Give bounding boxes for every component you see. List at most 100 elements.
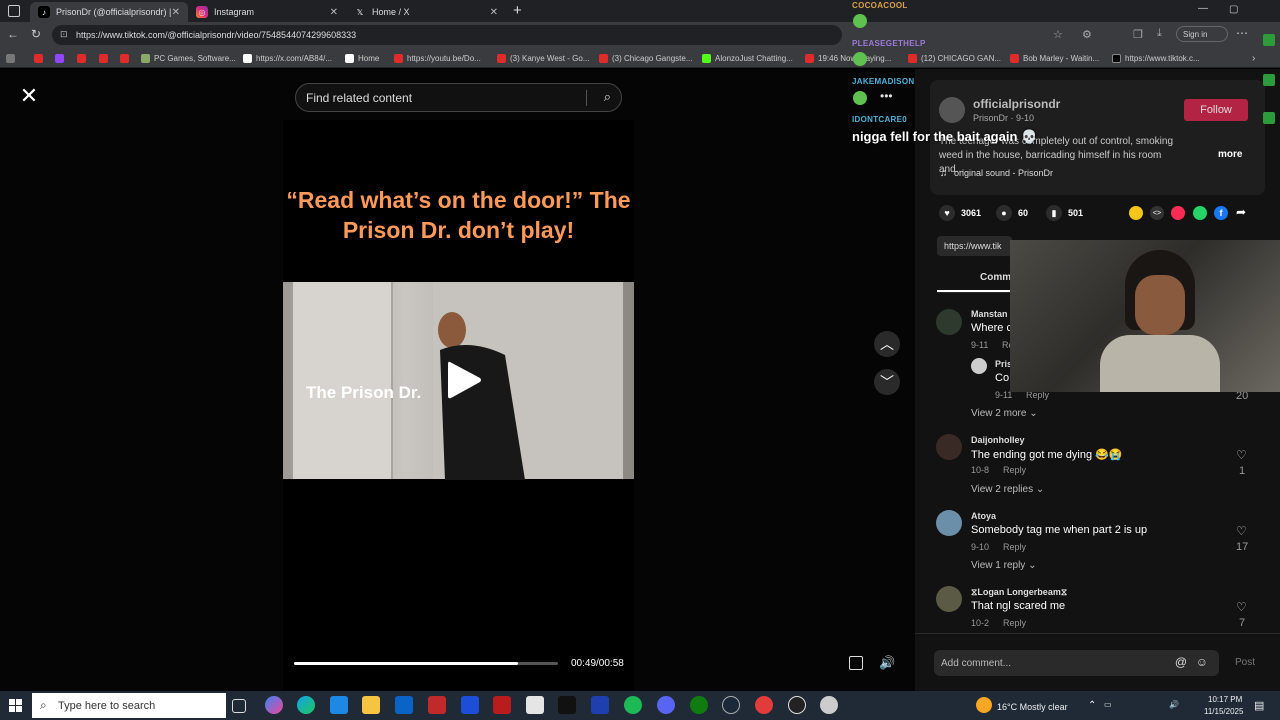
next-video-button[interactable]: ﹀	[874, 369, 900, 395]
file-explorer-icon[interactable]	[362, 696, 380, 714]
chevron-up-icon[interactable]: ⌃	[1088, 700, 1096, 711]
heart-outline-icon[interactable]: ♡	[1236, 524, 1247, 538]
url-field[interactable]: ⊡ https://www.tiktok.com/@officialprison…	[52, 25, 842, 45]
game-icon[interactable]	[461, 696, 479, 714]
comment-button[interactable]: ● 60	[996, 205, 1028, 221]
clock-time[interactable]: 10:17 PM	[1208, 695, 1242, 704]
close-tab-icon[interactable]: ✕	[330, 7, 338, 18]
close-tab-icon[interactable]: ✕	[490, 7, 498, 18]
mention-icon[interactable]: @	[1175, 655, 1187, 669]
save-button[interactable]: ▮ 501	[1046, 205, 1083, 221]
chat-username: COCOACOOL	[852, 1, 908, 10]
avatar[interactable]	[936, 309, 962, 335]
xbox-icon[interactable]	[690, 696, 708, 714]
close-tab-icon[interactable]: ✕	[172, 7, 180, 18]
youtube-icon[interactable]	[99, 52, 112, 64]
taskbar-search[interactable]: ⌕ Type here to search	[32, 693, 226, 718]
more-options-icon[interactable]: •••	[880, 89, 893, 103]
steam-icon[interactable]	[722, 696, 740, 714]
new-tab-button[interactable]: +	[513, 2, 522, 19]
search-icon[interactable]: ⌕	[604, 89, 611, 105]
avatar[interactable]	[936, 586, 962, 612]
start-icon[interactable]	[9, 699, 22, 712]
sound-name[interactable]: original sound - PrisonDr	[954, 168, 1053, 178]
bookmark-item[interactable]: Home	[345, 52, 379, 64]
bookmarks-icon[interactable]	[6, 52, 19, 64]
weather-text[interactable]: 16°C Mostly clear	[997, 702, 1068, 712]
previous-video-button[interactable]: ︿	[874, 331, 900, 357]
app-icon[interactable]	[428, 696, 446, 714]
reply-link[interactable]: Reply	[1003, 618, 1026, 628]
notifications-icon[interactable]: ▤	[1254, 699, 1264, 712]
progress-bar[interactable]	[294, 662, 558, 665]
spotify-icon[interactable]	[624, 696, 642, 714]
more-link[interactable]: more	[1218, 149, 1242, 160]
game-icon[interactable]	[493, 696, 511, 714]
obs-icon[interactable]	[788, 696, 806, 714]
search-input[interactable]: Find related content ⌕	[295, 83, 622, 112]
comment-input[interactable]: Add comment... @ ☺	[934, 650, 1219, 676]
post-comment-button[interactable]: Post	[1235, 657, 1255, 668]
close-icon[interactable]: ✕	[18, 85, 40, 108]
avatar[interactable]	[936, 434, 962, 460]
view-replies[interactable]: View 2 replies ⌄	[971, 484, 1044, 495]
bookmark-item[interactable]: https://x.com/AB84/...	[243, 52, 332, 64]
bookmark-item[interactable]: AlonzoJust Chatting...	[702, 52, 793, 64]
view-more-replies[interactable]: View 2 more ⌄	[971, 408, 1038, 419]
share-arrow-icon[interactable]: ➦	[1236, 205, 1246, 219]
whatsapp-icon[interactable]	[1193, 206, 1207, 220]
youtube-icon[interactable]	[34, 52, 47, 64]
mini-player-icon[interactable]	[849, 656, 863, 670]
tab-instagram[interactable]: ◎ Instagram ✕	[188, 2, 346, 22]
game-icon[interactable]	[526, 696, 544, 714]
share-coin-icon[interactable]	[1129, 206, 1143, 220]
copy-link-field[interactable]: https://www.tik	[937, 236, 1012, 256]
task-view-icon[interactable]	[232, 699, 246, 713]
avatar[interactable]	[971, 358, 987, 374]
bookmark-item[interactable]: https://youtu.be/Do...	[394, 52, 481, 64]
play-icon[interactable]	[440, 358, 484, 402]
avatar[interactable]	[936, 510, 962, 536]
volume-icon[interactable]: 🔊	[1169, 700, 1179, 709]
app-icon[interactable]	[820, 696, 838, 714]
window-menu-icon[interactable]	[8, 5, 20, 17]
riot-icon[interactable]	[755, 696, 773, 714]
embed-icon[interactable]: <>	[1150, 206, 1164, 220]
volume-icon[interactable]: 🔊	[879, 655, 895, 671]
tab-comments[interactable]: Comm	[980, 272, 1011, 283]
site-info-icon[interactable]: ⊡	[60, 29, 68, 40]
comment-author[interactable]: ⧖Logan Longerbeam⧖	[971, 587, 1067, 598]
copilot-icon[interactable]	[265, 696, 283, 714]
weather-icon[interactable]	[976, 697, 992, 713]
emoji-icon[interactable]: ☺	[1196, 655, 1208, 669]
back-icon[interactable]: ←	[7, 27, 19, 41]
send-icon[interactable]	[1171, 206, 1185, 220]
bookmark-item[interactable]: PC Games, Software...	[141, 52, 236, 64]
app-icon[interactable]	[591, 696, 609, 714]
tab-tiktok[interactable]: ♪ PrisonDr (@officialprisondr) | TikT ✕	[30, 2, 188, 22]
store-icon[interactable]	[330, 696, 348, 714]
heart-outline-icon[interactable]: ♡	[1236, 600, 1247, 614]
comment-author[interactable]: Atoya	[971, 511, 996, 521]
refresh-icon[interactable]: ↻	[31, 27, 41, 41]
twitch-icon[interactable]	[55, 52, 68, 64]
tab-x[interactable]: 𝕏 Home / X ✕	[346, 2, 506, 22]
view-replies[interactable]: View 1 reply ⌄	[971, 560, 1036, 571]
like-button[interactable]: ♥ 3061	[939, 205, 981, 221]
clock-date[interactable]: 11/15/2025	[1204, 707, 1243, 716]
outlook-icon[interactable]	[395, 696, 413, 714]
bookmark-item[interactable]: (3) Kanye West - Go...	[497, 52, 589, 64]
bookmark-item[interactable]: (3) Chicago Gangste...	[599, 52, 692, 64]
youtube-icon[interactable]	[77, 52, 90, 64]
reply-link[interactable]: Reply	[1003, 465, 1026, 475]
heart-outline-icon[interactable]: ♡	[1236, 448, 1247, 462]
reply-link[interactable]: Reply	[1003, 542, 1026, 552]
facebook-icon[interactable]: f	[1214, 206, 1228, 220]
comment-author[interactable]: Daijonholley	[971, 435, 1025, 445]
game-icon[interactable]	[558, 696, 576, 714]
comment-author[interactable]: Manstan	[971, 309, 1008, 319]
youtube-icon[interactable]	[120, 52, 133, 64]
network-icon[interactable]: ▭	[1104, 700, 1112, 709]
discord-icon[interactable]	[657, 696, 675, 714]
edge-icon[interactable]	[297, 696, 315, 714]
